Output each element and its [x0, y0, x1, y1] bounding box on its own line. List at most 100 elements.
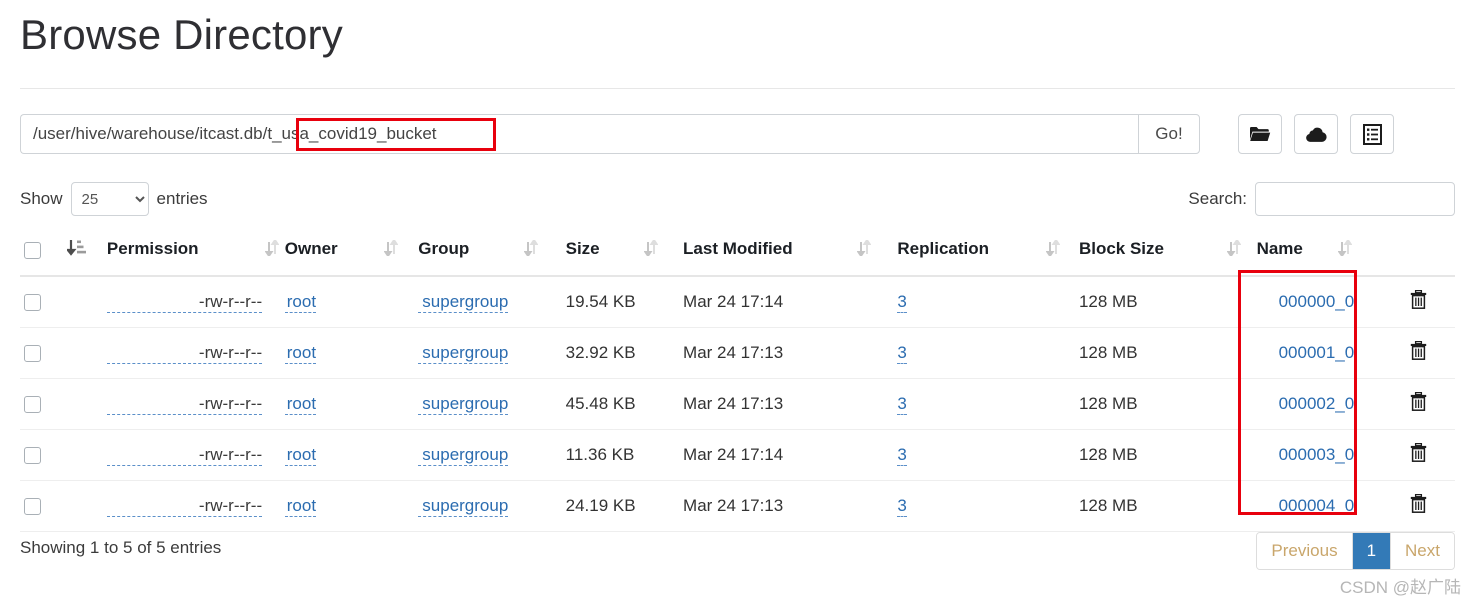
- row-checkbox[interactable]: [24, 345, 41, 363]
- row-checkbox[interactable]: [24, 498, 41, 516]
- permission-value[interactable]: -rw-r--r--: [106, 445, 263, 466]
- cell-group: supergroup: [418, 378, 566, 430]
- header-block-size[interactable]: Block Size: [1078, 233, 1257, 277]
- owner-value[interactable]: root: [284, 292, 317, 313]
- table-row: -rw-r--r-- root supergroup 24.19 KB Mar …: [20, 480, 1455, 532]
- header-owner[interactable]: Owner: [284, 233, 419, 277]
- file-table-wrapper: Permission Owner Group Size Last Modifie…: [20, 233, 1455, 532]
- cell-group: supergroup: [418, 276, 566, 328]
- sort-amount-desc-icon[interactable]: [65, 239, 87, 261]
- cell-group: supergroup: [418, 327, 566, 379]
- cell-actions: [1395, 276, 1455, 328]
- delete-file-button[interactable]: [1396, 340, 1427, 363]
- cell-replication: 3: [897, 429, 1079, 481]
- delete-file-button[interactable]: [1396, 442, 1427, 465]
- group-value[interactable]: supergroup: [418, 394, 509, 415]
- replication-value[interactable]: 3: [897, 445, 907, 466]
- table-head: Permission Owner Group Size Last Modifie…: [20, 233, 1455, 277]
- group-value[interactable]: supergroup: [418, 343, 509, 364]
- group-value[interactable]: supergroup: [418, 292, 509, 313]
- file-name-link[interactable]: 000004_0: [1257, 496, 1355, 515]
- header-size[interactable]: Size: [565, 233, 684, 277]
- cell-block-size: 128 MB: [1078, 480, 1257, 532]
- delete-file-button[interactable]: [1396, 289, 1427, 312]
- sort-both-icon-permission[interactable]: [264, 237, 280, 261]
- pagination: Previous 1 Next: [1256, 532, 1455, 570]
- sort-both-icon-last-modified[interactable]: [856, 237, 872, 261]
- cell-owner: root: [284, 378, 419, 430]
- header-permission-label: Permission: [106, 239, 199, 259]
- replication-value[interactable]: 3: [897, 496, 907, 517]
- group-value[interactable]: supergroup: [418, 496, 509, 517]
- row-checkbox[interactable]: [24, 294, 41, 312]
- replication-value[interactable]: 3: [897, 292, 907, 313]
- pagination-previous[interactable]: Previous: [1257, 533, 1353, 569]
- file-table: Permission Owner Group Size Last Modifie…: [20, 233, 1455, 532]
- sort-both-icon-block-size[interactable]: [1226, 237, 1242, 261]
- owner-value[interactable]: root: [284, 394, 317, 415]
- snapshot-list-icon: [1362, 123, 1382, 145]
- file-name-link[interactable]: 000003_0: [1257, 445, 1355, 464]
- header-last-modified[interactable]: Last Modified: [683, 233, 898, 277]
- permission-value[interactable]: -rw-r--r--: [106, 394, 263, 415]
- replication-value[interactable]: 3: [897, 394, 907, 415]
- row-select-cell: [20, 480, 68, 532]
- show-label: Show: [20, 189, 63, 208]
- group-value[interactable]: supergroup: [418, 445, 509, 466]
- cell-name: 000004_0: [1256, 480, 1396, 532]
- row-select-cell: [20, 429, 68, 481]
- delete-file-button[interactable]: [1396, 391, 1427, 414]
- cell-replication: 3: [897, 327, 1079, 379]
- sort-both-icon-replication[interactable]: [1045, 237, 1061, 261]
- permission-value[interactable]: -rw-r--r--: [106, 343, 263, 364]
- row-checkbox[interactable]: [24, 447, 41, 465]
- go-button[interactable]: Go!: [1138, 114, 1200, 154]
- table-header-row: Permission Owner Group Size Last Modifie…: [20, 233, 1455, 277]
- cell-last-modified: Mar 24 17:14: [683, 429, 898, 481]
- snapshots-button[interactable]: [1350, 114, 1394, 154]
- upload-files-button[interactable]: [1294, 114, 1338, 154]
- trash-icon: [1410, 391, 1427, 414]
- sort-both-icon-group[interactable]: [523, 237, 539, 261]
- cell-permission: -rw-r--r--: [106, 276, 285, 328]
- new-directory-icon: [1249, 125, 1271, 143]
- sort-both-icon-size[interactable]: [643, 237, 659, 261]
- file-name-link[interactable]: 000000_0: [1257, 292, 1355, 311]
- header-sort-all[interactable]: [65, 233, 107, 277]
- pagination-page-1[interactable]: 1: [1352, 533, 1392, 569]
- header-size-label: Size: [565, 239, 600, 259]
- pagination-next[interactable]: Next: [1391, 533, 1454, 569]
- header-owner-label: Owner: [284, 239, 338, 259]
- owner-value[interactable]: root: [284, 343, 317, 364]
- page-length-select[interactable]: 25: [70, 182, 149, 216]
- browse-directory-page: Browse Directory Go!: [0, 0, 1475, 602]
- cell-actions: [1395, 378, 1455, 430]
- path-input[interactable]: [20, 114, 1138, 154]
- title-divider: [20, 88, 1455, 89]
- header-group[interactable]: Group: [418, 233, 566, 277]
- header-name[interactable]: Name: [1256, 233, 1396, 277]
- sort-both-icon-owner[interactable]: [383, 237, 399, 261]
- replication-value[interactable]: 3: [897, 343, 907, 364]
- trash-icon: [1410, 340, 1427, 363]
- delete-file-button[interactable]: [1396, 493, 1427, 516]
- cell-permission: -rw-r--r--: [106, 327, 285, 379]
- search-input[interactable]: [1255, 182, 1455, 216]
- new-directory-button[interactable]: [1238, 114, 1282, 154]
- owner-value[interactable]: root: [284, 445, 317, 466]
- permission-value[interactable]: -rw-r--r--: [106, 292, 263, 313]
- table-row: -rw-r--r-- root supergroup 19.54 KB Mar …: [20, 276, 1455, 328]
- file-name-link[interactable]: 000002_0: [1257, 394, 1355, 413]
- select-all-checkbox[interactable]: [24, 242, 41, 260]
- sort-both-icon-name[interactable]: [1337, 237, 1353, 261]
- header-permission[interactable]: Permission: [106, 233, 285, 277]
- cell-replication: 3: [897, 276, 1079, 328]
- header-replication[interactable]: Replication: [897, 233, 1079, 277]
- cell-last-modified: Mar 24 17:13: [683, 378, 898, 430]
- row-spacer-cell: [67, 327, 107, 379]
- row-checkbox[interactable]: [24, 396, 41, 414]
- cell-name: 000000_0: [1256, 276, 1396, 328]
- file-name-link[interactable]: 000001_0: [1257, 343, 1355, 362]
- owner-value[interactable]: root: [284, 496, 317, 517]
- permission-value[interactable]: -rw-r--r--: [106, 496, 263, 517]
